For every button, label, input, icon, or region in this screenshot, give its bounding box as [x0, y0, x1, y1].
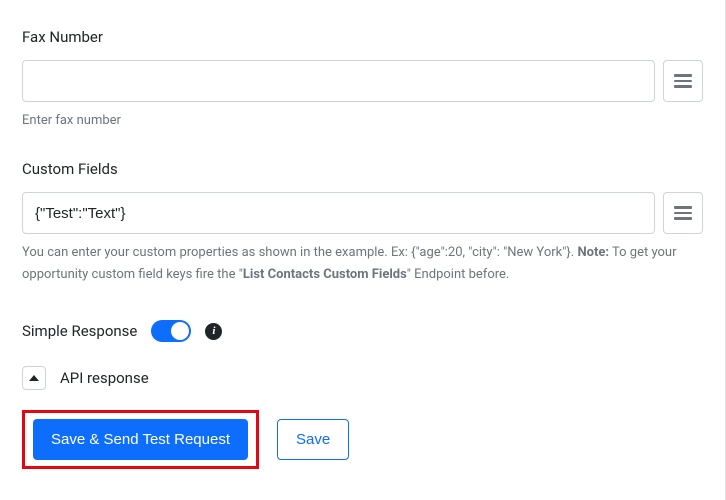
button-row: Save & Send Test Request Save [22, 410, 703, 469]
fax-number-field: Fax Number Enter fax number [22, 28, 703, 132]
collapse-button[interactable] [22, 366, 46, 390]
custom-help-text: You can enter your custom properties as … [22, 242, 703, 286]
custom-label: Custom Fields [22, 160, 703, 178]
highlight-box: Save & Send Test Request [22, 410, 259, 469]
api-response-row: API response [22, 366, 703, 390]
fax-hamburger-icon[interactable] [663, 60, 703, 102]
fax-input[interactable] [22, 60, 655, 102]
fax-label: Fax Number [22, 28, 703, 46]
custom-fields-field: Custom Fields You can enter your custom … [22, 160, 703, 286]
chevron-up-icon [29, 375, 39, 381]
fax-help-text: Enter fax number [22, 110, 703, 132]
api-response-label: API response [60, 369, 149, 387]
fax-input-row [22, 60, 703, 102]
simple-response-toggle[interactable] [151, 320, 191, 342]
info-icon[interactable]: i [205, 323, 222, 340]
simple-response-label: Simple Response [22, 322, 137, 340]
custom-help-note: Note: [577, 245, 609, 260]
save-button[interactable]: Save [277, 419, 349, 460]
custom-help-post: " Endpoint before. [407, 267, 510, 282]
custom-help-pre: You can enter your custom properties as … [22, 245, 577, 260]
custom-input-row [22, 192, 703, 234]
custom-hamburger-icon[interactable] [663, 192, 703, 234]
custom-help-endpoint: List Contacts Custom Fields [243, 267, 407, 282]
custom-input[interactable] [22, 192, 655, 234]
save-send-button[interactable]: Save & Send Test Request [33, 419, 248, 460]
simple-response-row: Simple Response i [22, 320, 703, 342]
